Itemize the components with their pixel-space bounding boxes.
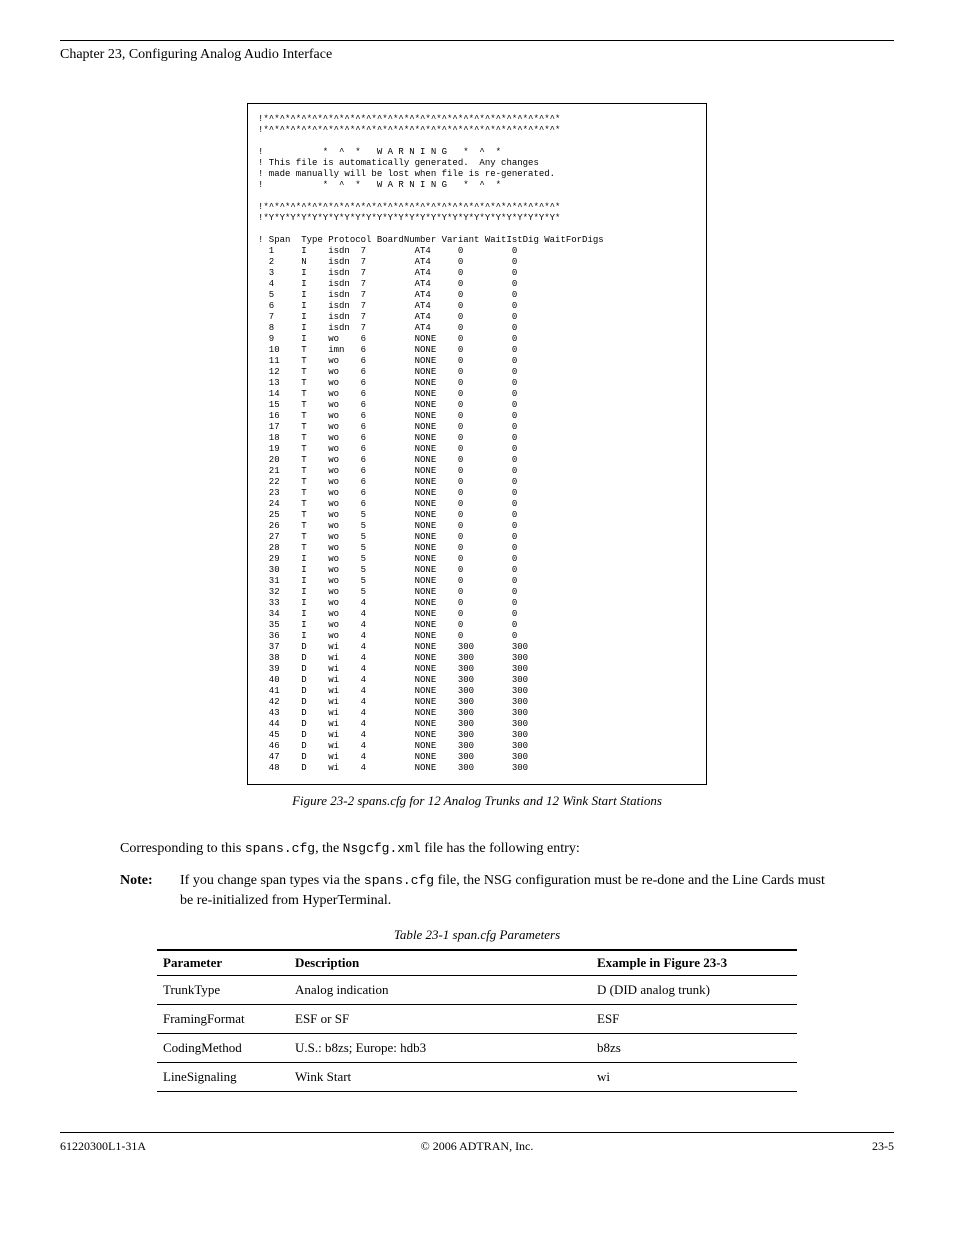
table-cell: Wink Start	[289, 1063, 591, 1092]
footer-center: © 2006 ADTRAN, Inc.	[240, 1139, 714, 1154]
table-header-cell: Description	[289, 950, 591, 976]
table-row: CodingMethodU.S.: b8zs; Europe: hdb3b8zs	[157, 1034, 797, 1063]
filename-spans-note: spans.cfg	[364, 873, 434, 888]
table-cell: Analog indication	[289, 976, 591, 1005]
table-row: LineSignalingWink Startwi	[157, 1063, 797, 1092]
body-text-suffix: file has the following entry:	[421, 841, 580, 856]
table-header-cell: Parameter	[157, 950, 289, 976]
figure-caption: Figure 23-2 spans.cfg for 12 Analog Trun…	[60, 793, 894, 809]
table-cell: wi	[591, 1063, 797, 1092]
body-text-prefix: Corresponding to this	[120, 841, 245, 856]
table-row: TrunkTypeAnalog indicationD (DID analog …	[157, 976, 797, 1005]
table-cell: TrunkType	[157, 976, 289, 1005]
body-paragraph: Corresponding to this spans.cfg, the Nsg…	[120, 839, 834, 859]
body-text-mid: , the	[315, 841, 343, 856]
config-file-screenshot: !*^*^*^*^*^*^*^*^*^*^*^*^*^*^*^*^*^*^*^*…	[247, 103, 707, 785]
note-body: If you change span types via the spans.c…	[180, 871, 834, 911]
chapter-header: Chapter 23, Configuring Analog Audio Int…	[60, 47, 894, 63]
table-cell: D (DID analog trunk)	[591, 976, 797, 1005]
filename-nsgcfg: Nsgcfg.xml	[343, 841, 421, 856]
footer-right: 23-5	[714, 1139, 894, 1154]
table-cell: ESF	[591, 1005, 797, 1034]
table-cell: LineSignaling	[157, 1063, 289, 1092]
footer-left: 61220300L1-31A	[60, 1139, 240, 1154]
note-text-prefix: If you change span types via the	[180, 873, 364, 888]
table-header-cell: Example in Figure 23-3	[591, 950, 797, 976]
table-caption: Table 23-1 span.cfg Parameters	[60, 927, 894, 943]
table-row: FramingFormatESF or SFESF	[157, 1005, 797, 1034]
table-cell: b8zs	[591, 1034, 797, 1063]
table-cell: FramingFormat	[157, 1005, 289, 1034]
table-cell: CodingMethod	[157, 1034, 289, 1063]
note-label: Note:	[120, 871, 180, 911]
table-header-row: Parameter Description Example in Figure …	[157, 950, 797, 976]
table-cell: ESF or SF	[289, 1005, 591, 1034]
parameters-table: Parameter Description Example in Figure …	[157, 949, 797, 1092]
table-cell: U.S.: b8zs; Europe: hdb3	[289, 1034, 591, 1063]
filename-spans: spans.cfg	[245, 841, 315, 856]
